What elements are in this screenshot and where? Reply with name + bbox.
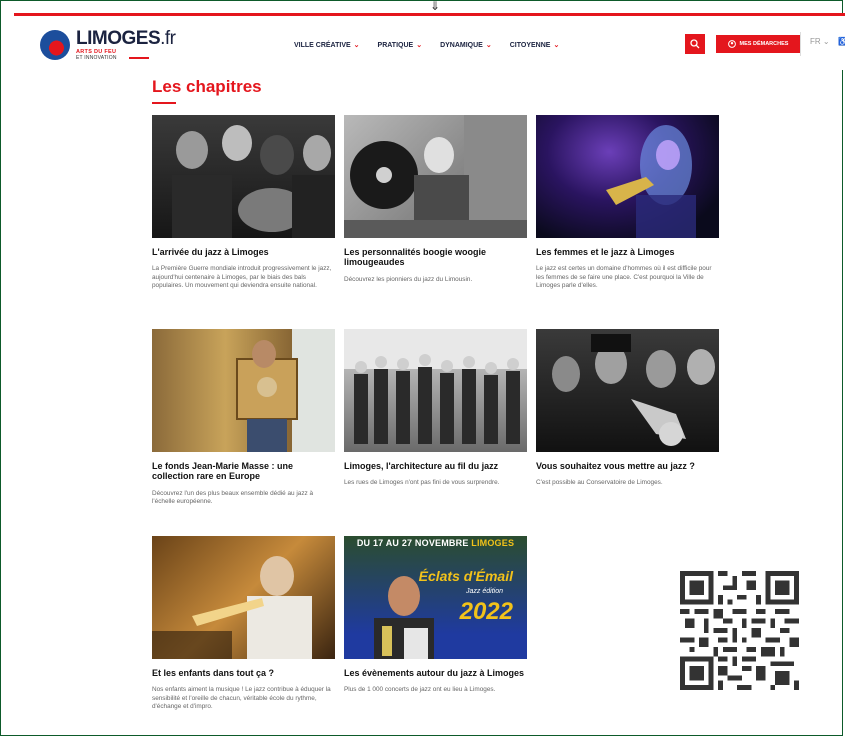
chapter-card[interactable]: Le fonds Jean-Marie Masse : une collecti…	[152, 329, 335, 506]
title-underline	[152, 102, 176, 104]
main-nav: VILLE CRÉATIVE ⌄ PRATIQUE ⌄ DYNAMIQUE ⌄ CIT…	[294, 41, 560, 50]
chapter-image-events-poster[interactable]: DU 17 AU 27 NOVEMBRE LIMOGES Éclats d'Ém…	[344, 536, 527, 659]
nav-item-ville-creative[interactable]: VILLE CRÉATIVE ⌄	[294, 41, 360, 50]
photo-illustration	[152, 556, 312, 659]
chevron-down-icon: ⌄	[416, 42, 423, 49]
nav-label: CITOYENNE	[509, 41, 551, 49]
chapter-description: Le jazz est certes un domaine d'hommes o…	[536, 265, 712, 289]
chapter-description: Découvrez les pionniers du jazz du Limou…	[344, 275, 473, 283]
chapter-description: Découvrez l'un des plus beaux ensemble d…	[152, 489, 314, 506]
mes-demarches-button[interactable]: MES DÉMARCHES	[716, 35, 800, 53]
chevron-down-icon: ⌄	[353, 42, 360, 49]
chevron-down-icon: ⌄	[485, 42, 492, 49]
chapter-title[interactable]: Les évènements autour du jazz à Limoges	[344, 668, 527, 678]
logo-underline	[129, 57, 149, 59]
chevron-down-icon: ⌄	[553, 42, 560, 49]
header-divider	[800, 32, 801, 56]
chapter-card[interactable]: Les femmes et le jazz à Limoges Le jazz …	[536, 115, 719, 290]
chapter-card[interactable]: Et les enfants dans tout ça ? Nos enfant…	[152, 536, 335, 711]
language-label: FR	[810, 37, 821, 46]
photo-illustration	[344, 115, 527, 238]
site-header: LIMOGES.fr ARTS DU FEU ET INNOVATION VIL…	[14, 16, 845, 70]
chapter-title[interactable]: Les femmes et le jazz à Limoges	[536, 247, 719, 257]
search-button[interactable]	[685, 34, 705, 54]
chapter-image-jazz-arrival[interactable]	[152, 115, 335, 238]
chapter-title[interactable]: Vous souhaitez vous mettre au jazz ?	[536, 461, 719, 471]
logo-tld: .fr	[160, 28, 176, 49]
poster-edition: Jazz édition	[466, 588, 503, 595]
chapter-image-children[interactable]	[152, 536, 335, 659]
photo-illustration	[344, 329, 527, 444]
chapter-card[interactable]: DU 17 AU 27 NOVEMBRE LIMOGES Éclats d'Ém…	[344, 536, 527, 695]
chevron-down-icon: ⌄	[822, 37, 830, 46]
chapter-title[interactable]: Le fonds Jean-Marie Masse : une collecti…	[152, 461, 335, 482]
chapter-image-women-jazz[interactable]	[536, 115, 719, 238]
chapter-image-jean-marie-masse[interactable]	[152, 329, 335, 452]
scroll-down-icon: ⇓	[429, 0, 441, 13]
nav-label: VILLE CRÉATIVE	[294, 41, 351, 49]
chapter-image-learn-jazz[interactable]	[536, 329, 719, 452]
nav-label: PRATIQUE	[377, 41, 414, 49]
qr-code	[680, 571, 799, 690]
accessibility-icon[interactable]: ♿	[838, 37, 845, 46]
nav-item-pratique[interactable]: PRATIQUE ⌄	[377, 41, 423, 50]
photo-illustration	[236, 329, 335, 452]
poster-festival: Éclats d'Émail	[418, 568, 513, 584]
photo-illustration	[552, 334, 715, 446]
chapter-card[interactable]: L'arrivée du jazz à Limoges La Première …	[152, 115, 335, 290]
logo-tagline-sub: ET INNOVATION	[76, 55, 117, 61]
search-icon	[690, 39, 700, 49]
limoges-logo-icon[interactable]	[40, 30, 70, 60]
logo-name: LIMOGES	[76, 28, 161, 49]
demarches-label: MES DÉMARCHES	[739, 41, 789, 47]
chapter-description: Les rues de Limoges n'ont pas fini de vo…	[344, 479, 500, 487]
nav-item-dynamique[interactable]: DYNAMIQUE ⌄	[440, 41, 492, 50]
photo-illustration	[172, 125, 335, 238]
chapter-card[interactable]: Limoges, l'architecture au fil du jazz L…	[344, 329, 527, 488]
user-icon	[727, 40, 736, 48]
chapter-title[interactable]: Et les enfants dans tout ça ?	[152, 668, 335, 678]
chapter-title[interactable]: L'arrivée du jazz à Limoges	[152, 247, 335, 257]
chapter-card[interactable]: Les personnalités boogie woogie limougea…	[344, 115, 527, 284]
chapter-image-architecture[interactable]	[344, 329, 527, 452]
chapter-description: La Première Guerre mondiale introduit pr…	[152, 265, 332, 289]
logo-wordmark[interactable]: LIMOGES.fr	[76, 28, 176, 50]
nav-item-citoyenne[interactable]: CITOYENNE ⌄	[509, 41, 560, 50]
chapter-description: Plus de 1 000 concerts de jazz ont eu li…	[344, 686, 496, 694]
chapter-title[interactable]: Les personnalités boogie woogie limougea…	[344, 247, 527, 268]
chapter-card[interactable]: Vous souhaitez vous mettre au jazz ? C'e…	[536, 329, 719, 488]
chapter-description: Nos enfants aiment la musique ! Le jazz …	[152, 686, 331, 710]
chapter-description: C'est possible au Conservatoire de Limog…	[536, 479, 663, 487]
chapter-title[interactable]: Limoges, l'architecture au fil du jazz	[344, 461, 527, 471]
page-title: Les chapitres	[152, 77, 262, 96]
photo-illustration	[606, 125, 696, 238]
chapter-image-boogie-woogie[interactable]	[344, 115, 527, 238]
nav-label: DYNAMIQUE	[440, 41, 483, 49]
qr-code-icon	[680, 571, 799, 690]
poster-year: 2022	[459, 598, 513, 625]
language-selector[interactable]: FR ⌄	[810, 37, 830, 46]
